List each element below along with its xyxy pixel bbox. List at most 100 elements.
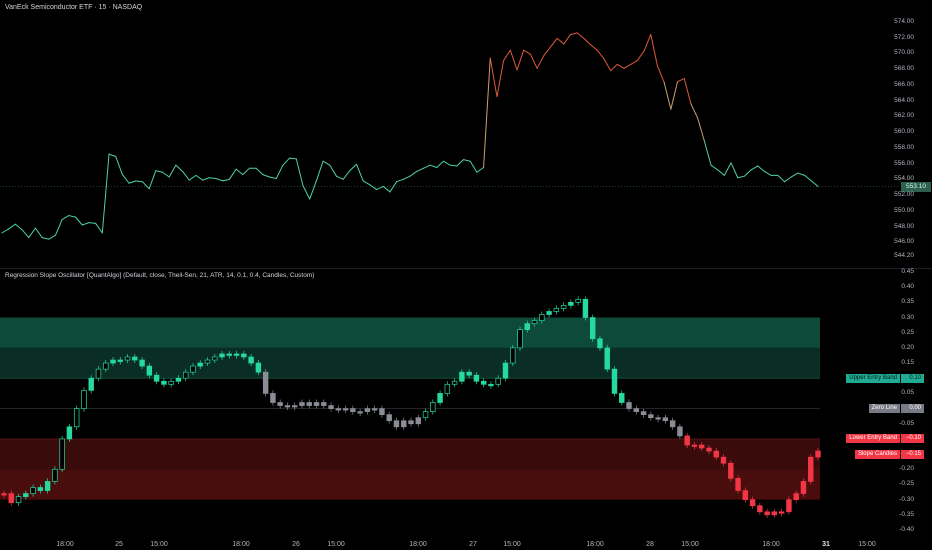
price-line-segment (476, 167, 485, 173)
oscillator-tick-label: -0.20 (899, 465, 914, 473)
slope-candle (204, 359, 211, 364)
price-line-segment (235, 168, 244, 176)
slope-candle (531, 320, 538, 324)
price-line-segment (483, 57, 491, 169)
slope-candle (379, 408, 385, 416)
price-tick-label: 574.00 (894, 17, 914, 25)
oscillator-tick-label: 0.45 (901, 268, 914, 275)
band-label: Slope Candles (854, 449, 900, 459)
price-line-segment (503, 49, 511, 61)
slope-candle (815, 450, 821, 458)
price-line-segment (757, 165, 765, 172)
price-line-segment (269, 176, 277, 180)
price-line-segment (295, 158, 304, 187)
slope-candle (451, 380, 458, 385)
price-line-segment (717, 169, 725, 176)
price-tick-label: 572.00 (894, 33, 914, 41)
slope-candle (241, 353, 247, 358)
slope-candle (153, 374, 160, 382)
slope-candle (292, 405, 298, 408)
slope-candle (597, 338, 603, 349)
slope-candle (37, 487, 44, 491)
time-tick-label: 15:00 (150, 541, 168, 548)
price-line-segment (677, 78, 685, 83)
price-line-segment (750, 165, 759, 171)
time-tick-label: 15:00 (858, 541, 876, 548)
price-line-segment (135, 180, 143, 183)
price-line-segment (723, 162, 732, 176)
price-line-segment (275, 164, 284, 180)
price-line-segment (623, 63, 632, 69)
chart-title: VanEck Semiconductor ETF · 15 · NASDAQ (5, 4, 143, 11)
price-line-segment (1, 228, 10, 234)
price-tick-label: 560.00 (894, 128, 914, 136)
price-line-segment (810, 180, 819, 187)
price-line-segment (362, 180, 371, 186)
price-line-segment (101, 153, 110, 234)
slope-candle (422, 411, 429, 419)
slope-candle (611, 368, 618, 394)
slope-candle (212, 356, 218, 361)
band-value: −0.15 (901, 449, 924, 459)
price-line-segment (784, 176, 792, 183)
slope-candle (582, 298, 589, 318)
slope-candle (488, 383, 494, 387)
slope-candle (401, 420, 407, 428)
time-tick-label: 25 (115, 541, 123, 548)
price-line-segment (55, 218, 63, 236)
price-line-segment (777, 174, 786, 183)
band-value: 0.00 (901, 404, 924, 414)
price-line-segment (656, 65, 665, 83)
price-line-segment (162, 171, 170, 178)
slope-candle (190, 365, 196, 373)
price-line-segment (8, 223, 16, 230)
slope-candle (15, 496, 22, 504)
price-line-segment (389, 181, 398, 193)
time-tick-label: 31 (822, 541, 830, 548)
slope-candle (480, 380, 487, 385)
slope-candle (459, 371, 465, 382)
slope-candle (560, 305, 567, 309)
price-line-segment (195, 174, 204, 181)
price-line-segment (496, 59, 505, 98)
price-tick-label: 546.00 (894, 238, 914, 246)
slope-candle (364, 408, 371, 412)
pane-divider[interactable] (0, 268, 932, 269)
price-line-segment (309, 180, 317, 200)
slope-candle (182, 371, 189, 379)
slope-candle (677, 426, 683, 437)
price-line-segment (202, 177, 210, 181)
price-tick-label: 568.00 (894, 65, 914, 73)
slope-candle (800, 481, 807, 494)
slope-candle (66, 426, 73, 440)
price-line-segment (570, 32, 578, 35)
slope-candle (510, 347, 516, 364)
slope-candle (357, 411, 363, 414)
slope-candle (444, 383, 451, 394)
upper-band-fill-inner (0, 347, 820, 379)
slope-candle (684, 435, 690, 446)
band-value: 0.10 (901, 373, 924, 383)
price-line-segment (416, 167, 424, 172)
slope-candle (502, 362, 509, 379)
price-line-segment (590, 44, 598, 51)
upper-band-fill-outer (0, 317, 820, 348)
oscillator-tick-label: 0.40 (901, 283, 914, 291)
lower-band-fill-inner (0, 438, 820, 470)
oscillator-tick-label: 0.35 (901, 298, 914, 306)
price-line-segment (255, 167, 264, 176)
slope-candle (197, 362, 203, 367)
slope-candle (88, 377, 94, 391)
time-tick-label: 18:00 (56, 541, 74, 548)
price-line-segment (188, 174, 197, 181)
slope-candle (735, 478, 741, 491)
oscillator-tick-label: -0.40 (899, 526, 914, 533)
slope-candle (473, 374, 480, 382)
oscillator-tick-label: 0.20 (901, 343, 914, 351)
slope-candle (699, 444, 705, 449)
slope-candle (350, 408, 356, 412)
price-line-segment (128, 180, 137, 184)
slope-candle (110, 359, 116, 364)
price-line-segment (168, 164, 177, 178)
price-line-segment (790, 172, 799, 178)
